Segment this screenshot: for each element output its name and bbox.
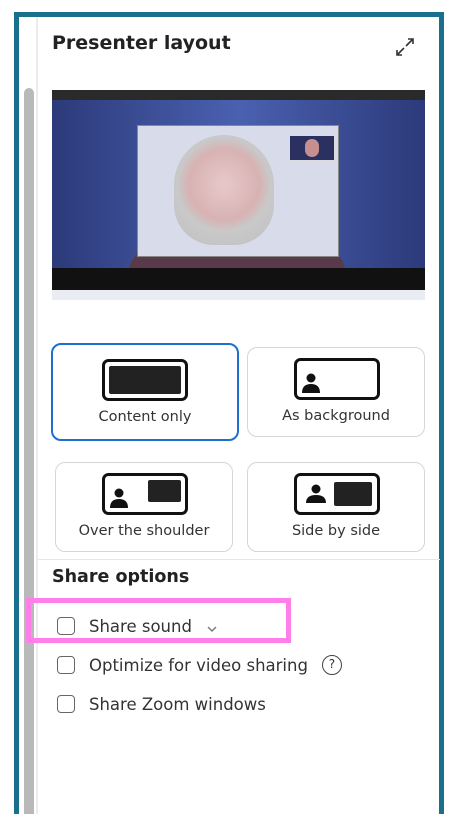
panel-title: Presenter layout	[52, 32, 231, 54]
preview-meeting-toolbar	[52, 268, 425, 290]
layout-as-background[interactable]: As background	[247, 347, 425, 437]
layout-label: As background	[282, 408, 390, 424]
scrollbar-thumb[interactable]	[24, 88, 34, 814]
option-label: Share Zoom windows	[89, 694, 266, 714]
content-only-icon	[102, 359, 188, 405]
layout-content-only[interactable]: Content only	[51, 343, 239, 441]
option-label: Share sound	[89, 616, 192, 636]
layout-side-by-side[interactable]: Side by side	[247, 462, 425, 552]
expand-arrows-icon[interactable]	[392, 34, 418, 60]
chevron-down-icon[interactable]	[206, 620, 218, 632]
layout-label: Over the shoulder	[78, 523, 210, 539]
preview-video-thumbnail	[289, 135, 335, 161]
share-zoom-windows-checkbox[interactable]	[57, 695, 75, 713]
share-zoom-windows-option[interactable]: Share Zoom windows	[57, 693, 266, 715]
help-icon[interactable]: ?	[321, 655, 342, 675]
preview-title-bar	[52, 90, 425, 100]
section-divider	[38, 559, 440, 560]
share-sound-option[interactable]: Share sound	[57, 615, 218, 637]
optimize-video-option[interactable]: Optimize for video sharing ?	[57, 654, 342, 676]
share-sound-checkbox[interactable]	[57, 617, 75, 635]
layout-label: Content only	[98, 409, 192, 425]
option-label: Optimize for video sharing	[89, 655, 308, 675]
layout-preview	[52, 90, 425, 300]
share-options-heading: Share options	[52, 567, 190, 587]
preview-taskbar	[52, 290, 425, 300]
as-background-icon	[294, 358, 380, 404]
side-by-side-icon	[294, 473, 380, 519]
preview-presenter-face	[174, 135, 274, 245]
scroll-track	[36, 17, 38, 814]
layout-label: Side by side	[291, 523, 381, 539]
over-the-shoulder-icon	[102, 473, 188, 519]
optimize-video-checkbox[interactable]	[57, 656, 75, 674]
layout-over-the-shoulder[interactable]: Over the shoulder	[55, 462, 233, 552]
